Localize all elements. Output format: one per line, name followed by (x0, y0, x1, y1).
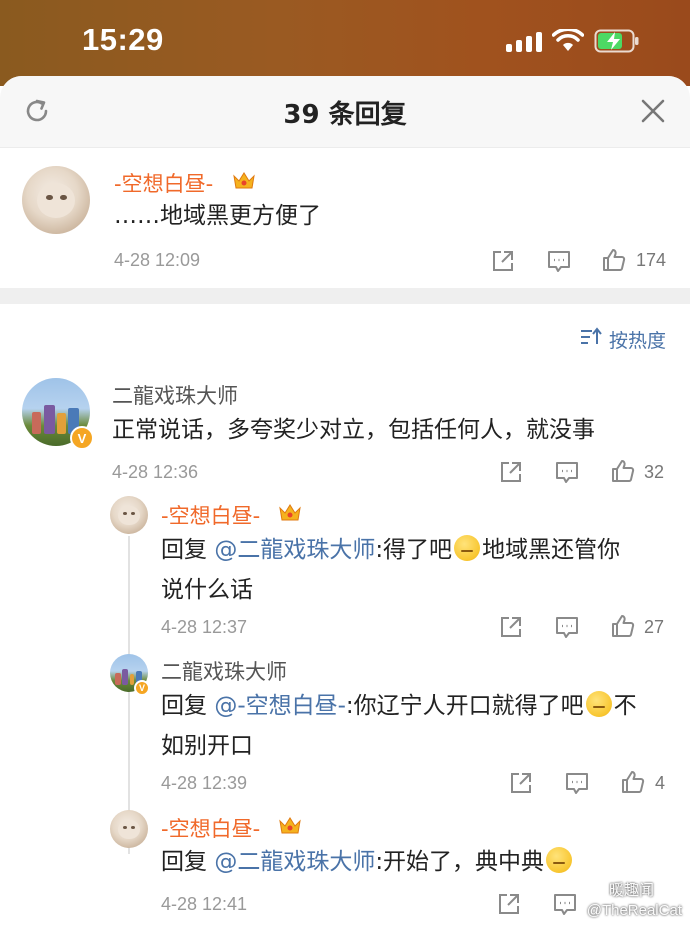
cellular-signal-icon (506, 30, 542, 52)
reply-timestamp: 4-28 12:37 (161, 617, 248, 637)
reply-username[interactable]: -空想白昼- (161, 813, 260, 843)
like-icon[interactable] (610, 458, 636, 484)
crown-icon (232, 170, 256, 192)
page-title: 39 条回复 (283, 100, 407, 130)
reply-username[interactable]: 二龍戏珠大师 (112, 380, 238, 410)
sort-by-popularity-button[interactable]: 按热度 (579, 326, 666, 353)
thread-line (128, 536, 130, 854)
comment-timestamp: 4-28 12:09 (114, 250, 201, 270)
reply-username[interactable]: -空想白昼- (161, 500, 260, 530)
like-icon[interactable] (601, 247, 627, 273)
comment-icon[interactable] (546, 248, 572, 274)
avatar[interactable] (22, 166, 90, 234)
avatar[interactable] (110, 810, 148, 848)
verified-badge-icon: V (70, 426, 94, 450)
close-icon[interactable] (638, 96, 668, 126)
like-count: 4 (655, 773, 666, 793)
reply-timestamp: 4-28 12:36 (112, 462, 199, 482)
share-icon[interactable] (498, 614, 524, 640)
emoji-icon (546, 847, 573, 873)
verified-badge-icon: V (134, 680, 150, 696)
share-icon[interactable] (496, 891, 522, 917)
mention-link[interactable]: @二龍戏珠大师 (214, 849, 375, 875)
share-icon[interactable] (490, 248, 516, 274)
like-count: 32 (644, 462, 665, 482)
comment-icon[interactable] (564, 770, 590, 796)
reply-text-part: 不 (613, 693, 637, 719)
watermark-line1: 暖趣闻 (608, 882, 654, 899)
emoji-icon (454, 535, 481, 561)
sort-label: 按热度 (608, 330, 666, 352)
mention-link[interactable]: @-空想白昼- (214, 693, 346, 719)
reply-text-part: :开始了，典中典 (375, 849, 545, 875)
share-icon[interactable] (508, 770, 534, 796)
reply-username[interactable]: 二龍戏珠大师 (161, 656, 287, 686)
reply-text-part: 如别开口 (161, 733, 253, 759)
comment-icon[interactable] (554, 459, 580, 485)
emoji-icon (585, 691, 612, 717)
sort-icon (579, 326, 603, 353)
section-divider (0, 288, 690, 304)
battery-charging-icon (594, 28, 640, 54)
replies-sheet: 39 条回复 -空想白昼- ……地域黑更方便了 4-28 12:09 174 按… (0, 76, 690, 926)
reply-text: 正常说话，多夸奖少对立，包括任何人，就没事 (112, 417, 595, 443)
reply-prefix: 回复 (161, 537, 215, 563)
reply-text-part: :得了吧 (375, 537, 453, 563)
avatar[interactable] (110, 496, 148, 534)
crown-icon (278, 815, 302, 837)
reply-text: 回复 @-空想白昼-:你辽宁人开口就得了吧 不如别开口 (161, 686, 681, 766)
share-icon[interactable] (498, 459, 524, 485)
comment-icon[interactable] (554, 614, 580, 640)
watermark-line2: @TheRealCat (586, 902, 682, 919)
status-icons (506, 26, 640, 56)
status-bar: 15:29 (0, 0, 690, 86)
sheet-header: 39 条回复 (0, 76, 690, 148)
like-icon[interactable] (610, 613, 636, 639)
comment-username[interactable]: -空想白昼- (114, 168, 213, 198)
wifi-icon (552, 29, 584, 53)
reply-text-part: :你辽宁人开口就得了吧 (345, 693, 584, 719)
mention-link[interactable]: @二龍戏珠大师 (214, 537, 375, 563)
like-icon[interactable] (620, 769, 646, 795)
reply-timestamp: 4-28 12:41 (161, 894, 248, 914)
comment-text: ……地域黑更方便了 (114, 203, 321, 229)
like-count: 174 (636, 250, 667, 270)
reply-timestamp: 4-28 12:39 (161, 773, 248, 793)
reply-text: 回复 @二龍戏珠大师:得了吧 地域黑还管你说什么话 (161, 530, 661, 610)
reply-text-part: 地域黑还管你 (482, 537, 621, 563)
reply-text-part: 说什么话 (161, 577, 253, 603)
watermark: 暖趣闻 @TheRealCat (522, 876, 682, 922)
crown-icon (278, 502, 302, 524)
reply-prefix: 回复 (161, 693, 215, 719)
like-count: 27 (644, 617, 665, 637)
reply-prefix: 回复 (161, 849, 215, 875)
status-time: 15:29 (82, 22, 164, 57)
